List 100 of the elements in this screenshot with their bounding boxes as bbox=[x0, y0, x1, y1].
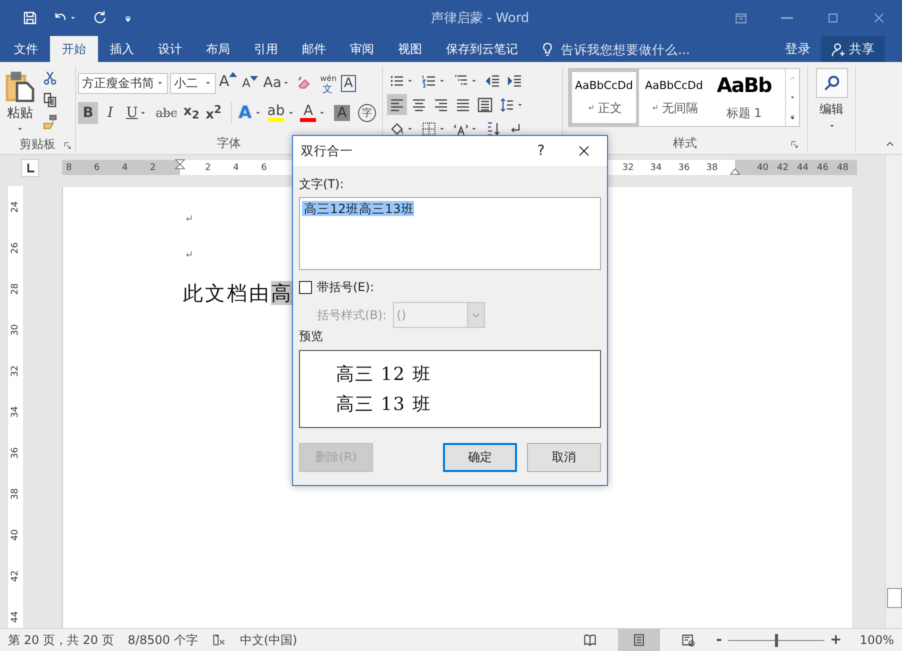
ruler-number: 28 bbox=[10, 282, 20, 294]
superscript-button[interactable]: x$^{2}$ bbox=[203, 102, 224, 124]
dialog-launcher-icon[interactable] bbox=[63, 141, 72, 150]
distributed-icon bbox=[477, 96, 493, 112]
font-color-button[interactable]: A bbox=[300, 102, 327, 124]
ruler-number: 34 bbox=[10, 406, 20, 418]
zoom-out-button[interactable]: - bbox=[716, 632, 722, 648]
ribbon-tab[interactable]: 布局 bbox=[194, 36, 242, 62]
ruler-number: 36 bbox=[10, 446, 20, 458]
ruler-number: 42 bbox=[10, 570, 20, 582]
checkbox-label[interactable]: 带括号(E): bbox=[317, 279, 374, 296]
align-left-button[interactable] bbox=[387, 94, 407, 115]
font-name-box[interactable]: 方正瘦金书简 bbox=[78, 72, 168, 94]
proofing-icon[interactable] bbox=[212, 633, 226, 647]
ruler-number: 38 bbox=[705, 162, 719, 172]
subscript-button[interactable]: x$_{2}$ bbox=[181, 102, 202, 124]
ribbon-tab[interactable]: 引用 bbox=[242, 36, 290, 62]
dialog-button[interactable]: 确定 bbox=[443, 443, 517, 472]
dialog-button[interactable]: 取消 bbox=[527, 443, 601, 472]
read-mode-icon bbox=[583, 633, 598, 647]
sign-in-link[interactable]: 登录 bbox=[775, 36, 821, 62]
text-effect-button[interactable]: A bbox=[238, 102, 263, 124]
ruler-number: 42 bbox=[777, 162, 790, 172]
cut-icon[interactable] bbox=[42, 70, 58, 86]
ribbon-tab[interactable]: 文件 bbox=[2, 36, 50, 62]
zoom-level[interactable]: 100% bbox=[860, 633, 894, 647]
enclose-button[interactable]: 字 bbox=[357, 102, 377, 124]
save-icon[interactable] bbox=[22, 10, 38, 26]
ruler-number: 6 bbox=[260, 162, 268, 172]
italic-button[interactable]: I bbox=[100, 102, 120, 124]
ruler-number: 48 bbox=[837, 162, 850, 172]
tell-me-field[interactable]: 告诉我您想要做什么... bbox=[540, 36, 693, 62]
bold-button[interactable]: B bbox=[78, 102, 98, 124]
ribbon-display-icon bbox=[734, 11, 748, 25]
ruler-number: 26 bbox=[10, 242, 20, 254]
tab-selector[interactable] bbox=[21, 158, 39, 176]
help-button[interactable]: ? bbox=[521, 143, 561, 159]
ribbon-tab[interactable]: 邮件 bbox=[290, 36, 338, 62]
ribbon-tab[interactable]: 开始 bbox=[50, 36, 98, 62]
ruler-number: 40 bbox=[10, 528, 20, 540]
ruler-number: 2 bbox=[149, 162, 157, 172]
vertical-scrollbar[interactable] bbox=[885, 155, 902, 628]
grow-button[interactable]: A bbox=[218, 72, 238, 94]
change-case-button[interactable]: Aa bbox=[262, 72, 292, 94]
sort-icon bbox=[485, 120, 501, 136]
font-size-box[interactable]: 小二 bbox=[170, 72, 216, 94]
editing-button[interactable]: 编辑 bbox=[816, 68, 848, 131]
highlight-button[interactable]: ab bbox=[268, 102, 296, 124]
indent-marker-icon[interactable] bbox=[174, 159, 186, 171]
ribbon-tab[interactable]: 审阅 bbox=[338, 36, 386, 62]
ruler-number: 40 bbox=[757, 162, 770, 172]
style-item[interactable]: AaBbCcDd 无间隔 bbox=[639, 69, 709, 126]
ruler-number: 38 bbox=[10, 488, 20, 500]
align-left-icon bbox=[389, 96, 405, 112]
ruler-number: 36 bbox=[677, 162, 691, 172]
ruler-number: 44 bbox=[797, 162, 810, 172]
clear-format-icon bbox=[296, 75, 312, 91]
group-label: 剪贴板 bbox=[20, 136, 56, 153]
phonetic-button[interactable]: wén 文 bbox=[316, 72, 336, 94]
preview-label: 预览 bbox=[299, 328, 324, 345]
maximize-icon bbox=[826, 11, 840, 25]
language-indicator[interactable]: 中文(中国) bbox=[240, 632, 298, 648]
checkbox[interactable] bbox=[299, 281, 312, 294]
char-border-button[interactable]: A bbox=[338, 72, 358, 94]
format-painter-icon[interactable] bbox=[42, 114, 58, 130]
page-count[interactable]: 第 20 页，共 20 页 bbox=[8, 632, 114, 648]
dialog-launcher-icon[interactable] bbox=[790, 140, 799, 149]
clipboard-icon bbox=[4, 70, 36, 102]
text-input-field[interactable]: 高三12班高三13班 bbox=[299, 197, 601, 270]
zoom-thumb[interactable] bbox=[774, 634, 778, 646]
ruler-number: 24 bbox=[10, 200, 20, 212]
borders-icon bbox=[421, 120, 437, 136]
up-triangle-icon bbox=[229, 72, 238, 77]
ruler-number: 6 bbox=[93, 162, 101, 172]
char-shading-button[interactable]: A bbox=[332, 102, 352, 124]
ribbon-tab[interactable]: 保存到云笔记 bbox=[434, 36, 530, 62]
ribbon-tab[interactable]: 视图 bbox=[386, 36, 434, 62]
ribbon-tab[interactable]: 插入 bbox=[98, 36, 146, 62]
ruler-number: 2 bbox=[204, 162, 212, 172]
search-icon bbox=[822, 74, 840, 92]
ribbon-tab[interactable]: 设计 bbox=[146, 36, 194, 62]
print-layout-button[interactable] bbox=[618, 629, 660, 651]
style-item[interactable]: AaBbCcDd 正文 bbox=[569, 69, 639, 126]
style-item[interactable]: AaBb 标题 1 bbox=[709, 69, 779, 126]
word-count[interactable]: 8/8500 个字 bbox=[128, 632, 198, 648]
person-add-icon bbox=[831, 42, 846, 56]
redo-icon[interactable] bbox=[92, 10, 108, 26]
zoom-in-button[interactable]: + bbox=[830, 632, 842, 648]
ruler-number: 46 bbox=[817, 162, 830, 172]
shrink-button[interactable]: A bbox=[240, 72, 260, 94]
share-button[interactable]: 共享 bbox=[821, 36, 885, 62]
scroll-thumb[interactable] bbox=[886, 588, 902, 608]
align-center-icon bbox=[411, 96, 427, 112]
print-layout-icon bbox=[632, 633, 646, 647]
underline-button[interactable]: U bbox=[122, 102, 152, 124]
copy-icon[interactable] bbox=[42, 92, 58, 108]
increase-indent-icon bbox=[507, 72, 523, 88]
ruler-number: 32 bbox=[10, 364, 20, 376]
paste-button[interactable]: 粘贴 bbox=[4, 68, 36, 134]
close-icon bbox=[577, 144, 591, 158]
